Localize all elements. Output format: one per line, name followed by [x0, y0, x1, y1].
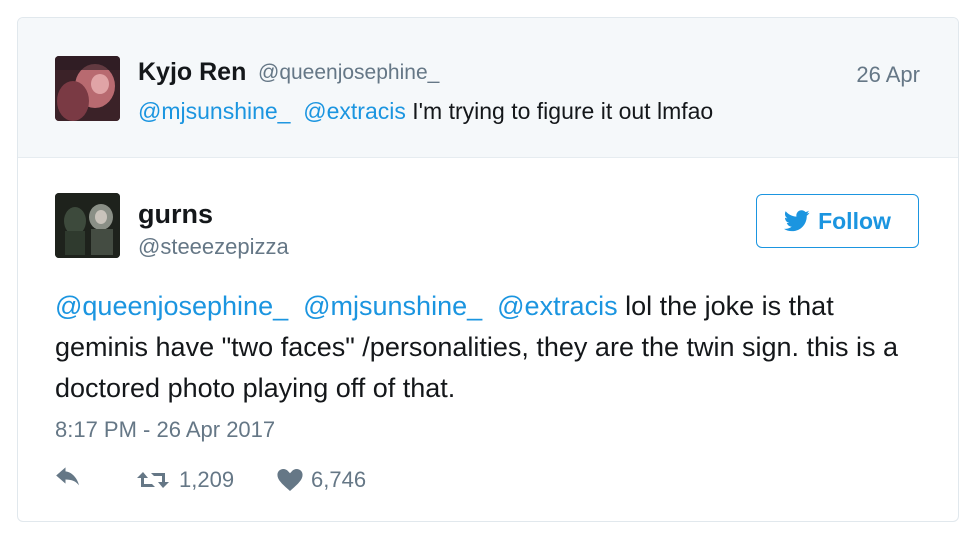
parent-tweet-body: I'm trying to figure it out lmfao [405, 98, 714, 124]
parent-author-name[interactable]: Kyjo Ren [138, 58, 246, 87]
mention-link[interactable]: @mjsunshine_ [138, 98, 290, 124]
parent-tweet-text: @mjsunshine_ @extracis I'm trying to fig… [138, 98, 713, 125]
reply-icon [56, 467, 80, 486]
parent-avatar-image [55, 56, 120, 121]
parent-tweet[interactable]: Kyjo Ren @queenjosephine_ 26 Apr @mjsuns… [18, 18, 958, 158]
twitter-bird-icon [784, 210, 810, 232]
mention-link[interactable]: @extracis [497, 291, 617, 321]
mention-link[interactable]: @extracis [303, 98, 406, 124]
follow-button[interactable]: Follow [756, 194, 919, 248]
mention-link[interactable]: @mjsunshine_ [303, 291, 482, 321]
retweet-count: 1,209 [179, 467, 235, 492]
parent-avatar[interactable] [55, 56, 120, 121]
main-avatar-image [55, 193, 120, 258]
parent-author-handle[interactable]: @queenjosephine_ [258, 61, 439, 85]
tweet-timestamp[interactable]: 8:17 PM - 26 Apr 2017 [55, 417, 275, 443]
retweet-icon [137, 472, 169, 488]
retweet-action[interactable]: 1,209 [137, 467, 234, 493]
like-count: 6,746 [311, 467, 367, 492]
follow-label: Follow [818, 207, 891, 234]
main-author-handle[interactable]: @steeezepizza [138, 234, 289, 260]
mention-link[interactable]: @queenjosephine_ [55, 291, 288, 321]
main-tweet-text: @queenjosephine_ @mjsunshine_ @extracis … [55, 286, 925, 409]
like-action[interactable]: 6,746 [277, 467, 366, 493]
tweet-embed-card: Kyjo Ren @queenjosephine_ 26 Apr @mjsuns… [17, 17, 959, 522]
heart-icon [277, 469, 303, 491]
parent-tweet-date[interactable]: 26 Apr [856, 62, 920, 88]
reply-action[interactable] [55, 467, 83, 491]
main-author-name[interactable]: gurns [138, 199, 213, 230]
main-avatar[interactable] [55, 193, 120, 258]
